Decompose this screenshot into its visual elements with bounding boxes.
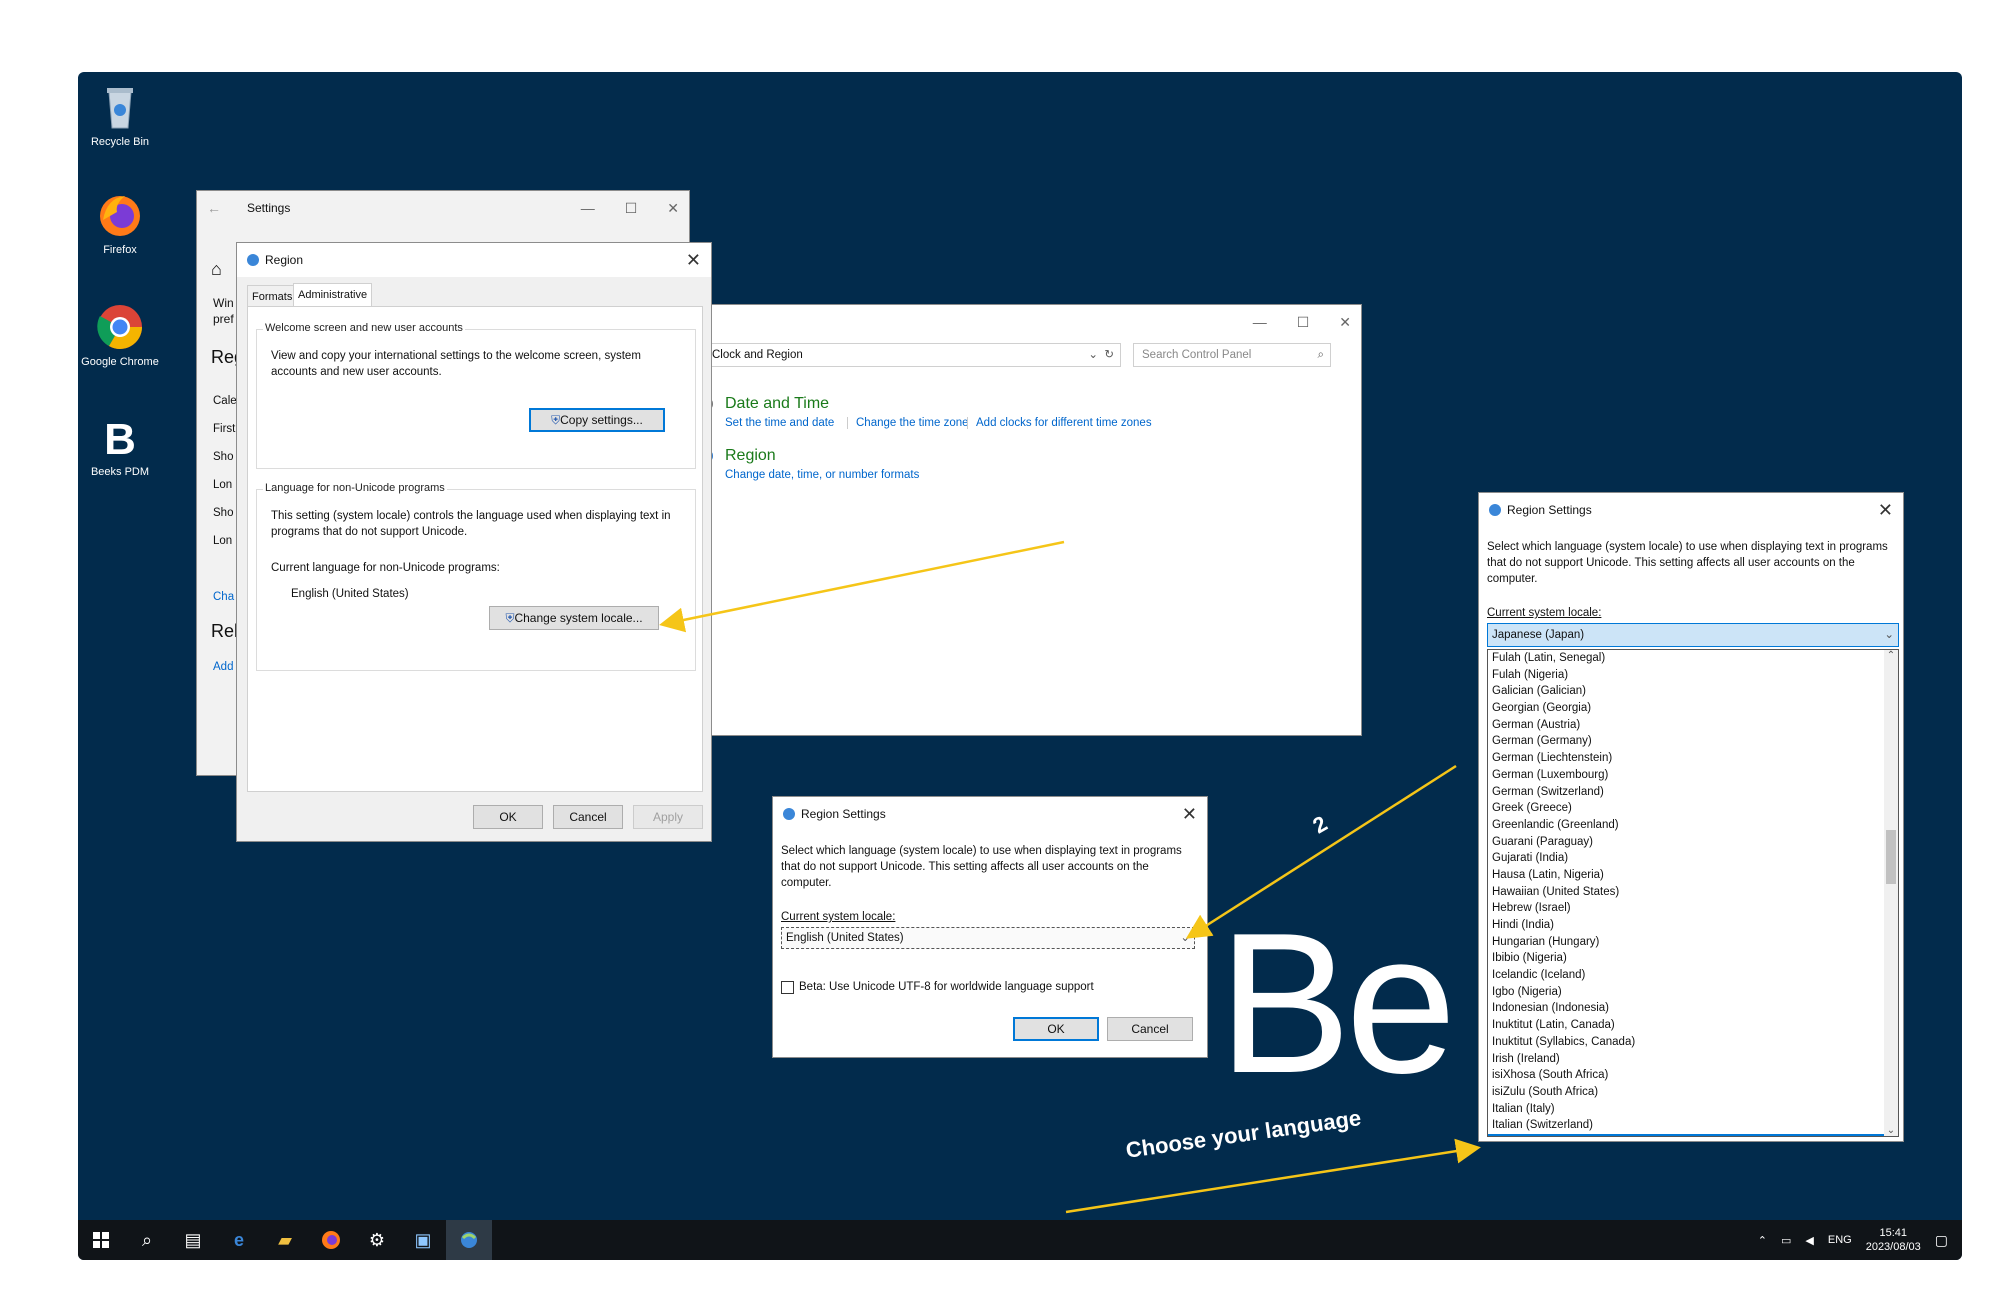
arrow-step-1 [659,540,1065,633]
annotation-arrows [659,540,1481,1214]
language-indicator[interactable]: ENG [1828,1234,1852,1246]
task-view-icon[interactable]: ▤ [170,1220,216,1260]
region-app-icon[interactable] [446,1220,492,1260]
taskbar-clock[interactable]: 15:41 2023/08/03 [1866,1226,1921,1254]
clock-date: 2023/08/03 [1865,1241,1921,1253]
firefox-icon[interactable] [308,1220,354,1260]
file-explorer-icon[interactable]: ▰ [262,1220,308,1260]
network-icon[interactable]: ▭ [1781,1234,1791,1247]
settings-gear-icon[interactable]: ⚙ [354,1220,400,1260]
chevron-up-icon[interactable]: ⌃ [1758,1234,1767,1247]
notifications-icon[interactable]: ▢ [1935,1232,1948,1249]
step-1-label: 1 [868,552,881,577]
system-tray: ⌃ ▭ ◀ ENG 15:41 2023/08/03 ▢ [1758,1226,1962,1254]
edge-icon[interactable]: e [216,1220,262,1260]
clock-time: 15:41 [1879,1227,1907,1239]
taskbar: ⌕ ▤ e ▰ ⚙ ▣ ⌃ ▭ ◀ ENG 15:41 2023/08/03 ▢ [78,1220,1962,1260]
search-icon[interactable]: ⌕ [124,1220,170,1260]
desktop: Be Recycle Bin Firefox Google Chrome B B… [78,72,1962,1260]
windows-start-icon[interactable] [78,1220,124,1260]
volume-icon[interactable]: ◀ [1805,1234,1813,1247]
server-manager-icon[interactable]: ▣ [400,1220,446,1260]
arrow-step-2 [1185,764,1457,939]
